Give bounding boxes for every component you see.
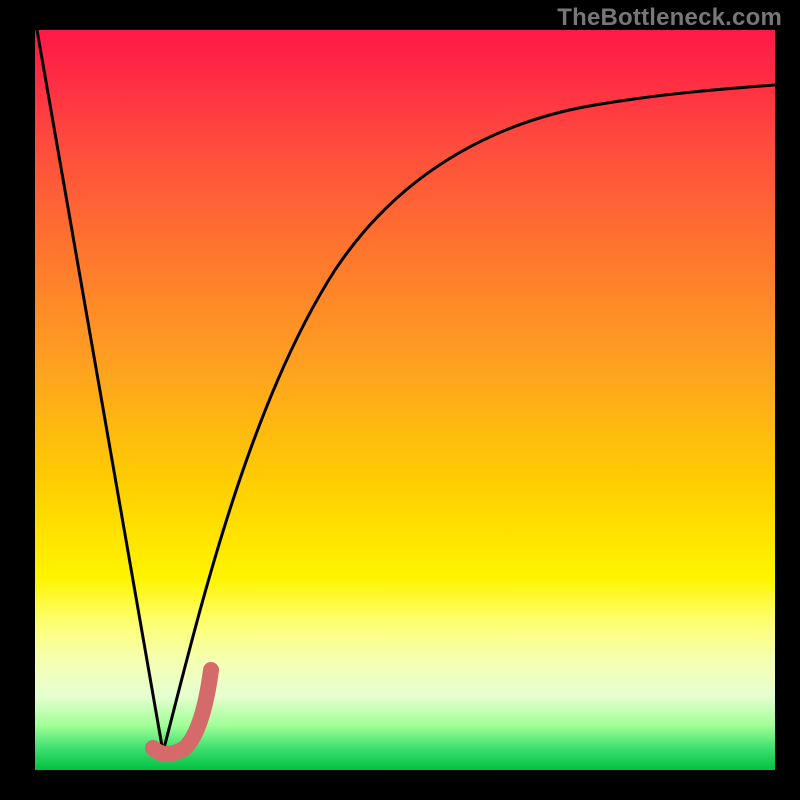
watermark-text: TheBottleneck.com [557, 4, 782, 32]
chart-svg [35, 30, 775, 770]
chart-frame: TheBottleneck.com [0, 0, 800, 800]
plot-area [35, 30, 775, 770]
curve-left-descent [37, 30, 163, 752]
curve-recovery [163, 85, 775, 752]
